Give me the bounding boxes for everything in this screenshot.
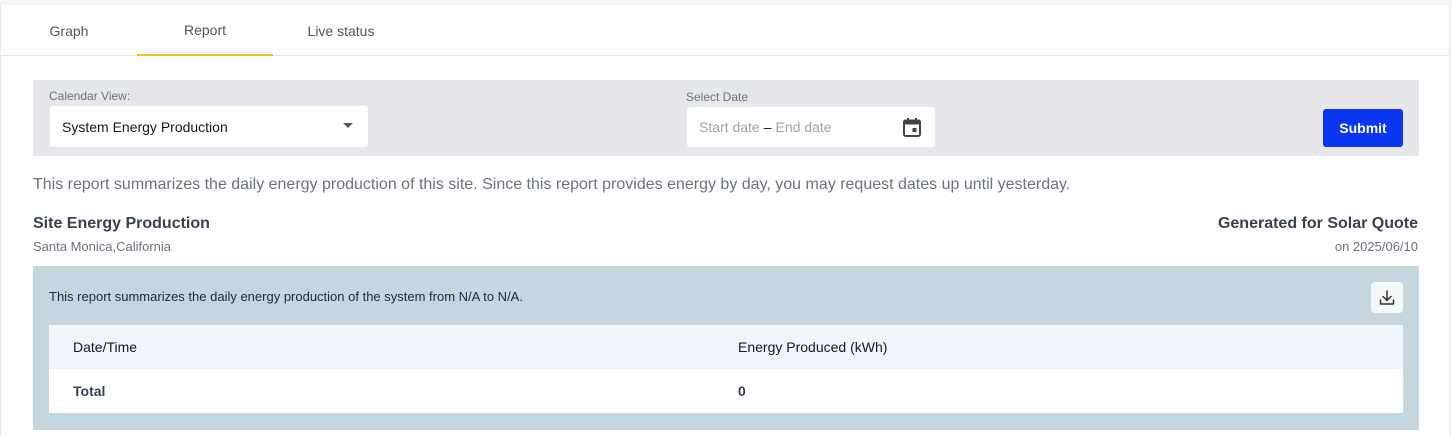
energy-table: Date/Time Energy Produced (kWh) Total 0: [49, 325, 1403, 413]
chevron-down-icon: [343, 123, 353, 128]
report-intro-text: This report summarizes the daily energy …: [33, 176, 1071, 193]
start-date-placeholder[interactable]: Start date: [699, 119, 760, 135]
end-date-placeholder[interactable]: End date: [776, 119, 832, 135]
site-title: Site Energy Production: [33, 215, 210, 232]
generated-for-title: Generated for Solar Quote: [1217, 215, 1418, 232]
tab-bar: Graph Report Live status: [1, 5, 1449, 56]
report-panel: This report summarizes the daily energy …: [33, 266, 1419, 430]
calendar-view-select[interactable]: System Energy Production: [50, 106, 368, 147]
total-value: 0: [738, 383, 746, 399]
download-icon: [1379, 289, 1395, 305]
select-date-label: Select Date: [686, 90, 749, 104]
column-header-energy: Energy Produced (kWh): [738, 339, 888, 355]
tab-graph[interactable]: Graph: [13, 5, 125, 56]
report-page: Graph Report Live status Calendar View: …: [0, 5, 1450, 436]
site-location: Santa Monica,California: [33, 239, 172, 254]
calendar-icon[interactable]: [903, 118, 921, 137]
tab-live-status[interactable]: Live status: [273, 5, 409, 56]
table-row-total: Total 0: [49, 369, 1403, 413]
calendar-view-label: Calendar View:: [49, 89, 131, 103]
report-summary: This report summarizes the daily energy …: [49, 289, 523, 304]
download-button[interactable]: [1371, 282, 1403, 313]
range-separator: –: [763, 119, 772, 135]
submit-button[interactable]: Submit: [1323, 109, 1403, 147]
tab-report[interactable]: Report: [137, 5, 273, 56]
generated-date: on 2025/06/10: [1334, 239, 1418, 254]
total-label: Total: [73, 383, 106, 399]
date-range-input[interactable]: Start date – End date: [687, 107, 935, 147]
calendar-view-value: System Energy Production: [62, 118, 228, 135]
column-header-date: Date/Time: [73, 339, 138, 355]
filter-bar: Calendar View: System Energy Production …: [33, 80, 1419, 156]
table-header-row: Date/Time Energy Produced (kWh): [49, 325, 1403, 369]
